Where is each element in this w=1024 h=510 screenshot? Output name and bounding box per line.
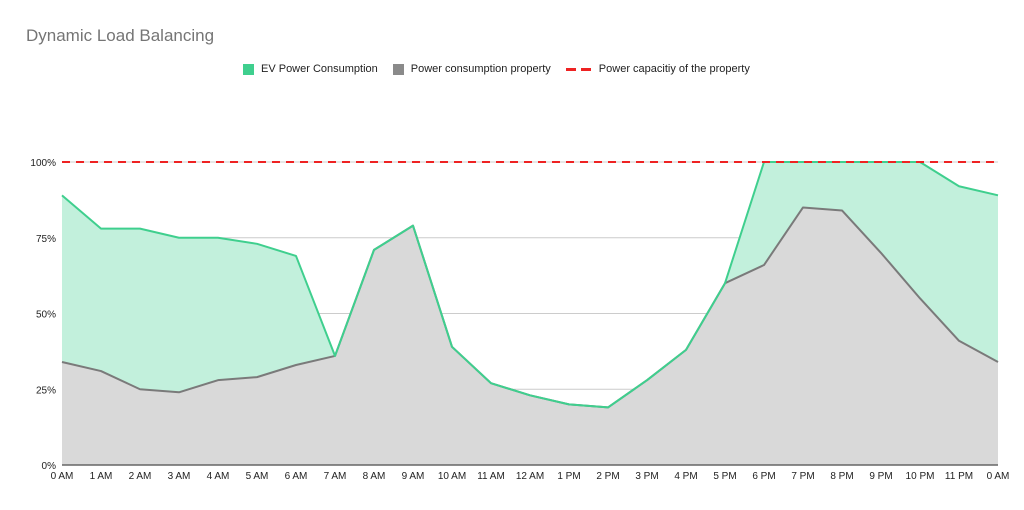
x-axis-ticks: 0 AM 1 AM 2 AM 3 AM 4 AM 5 AM 6 AM 7 AM 8 AM 9 AM… — [51, 471, 1010, 482]
x-tick-label: 3 AM — [168, 471, 191, 482]
x-tick-label: 9 PM — [869, 471, 892, 482]
x-tick-label: 1 PM — [557, 471, 580, 482]
y-tick-label: 75% — [36, 234, 56, 245]
x-tick-label: 12 AM — [516, 471, 544, 482]
chart-canvas: 0%25%50%75%100% 0 AM 1 AM 2 AM 3 AM 4 AM 5 AM… — [30, 158, 1010, 482]
y-tick-label: 50% — [36, 310, 56, 321]
x-tick-label: 3 PM — [635, 471, 658, 482]
x-tick-label: 7 AM — [324, 471, 347, 482]
x-tick-label: 1 AM — [90, 471, 113, 482]
y-tick-label: 100% — [30, 158, 56, 169]
x-tick-label: 6 PM — [752, 471, 775, 482]
x-tick-label: 4 PM — [674, 471, 697, 482]
y-axis-ticks: 0%25%50%75%100% — [30, 158, 56, 472]
x-tick-label: 6 AM — [285, 471, 308, 482]
x-tick-label: 10 AM — [438, 471, 466, 482]
x-tick-label: 0 AM — [987, 471, 1010, 482]
x-tick-label: 0 AM — [51, 471, 74, 482]
x-tick-label: 7 PM — [791, 471, 814, 482]
x-tick-label: 2 AM — [129, 471, 152, 482]
x-tick-label: 5 PM — [713, 471, 736, 482]
y-tick-label: 25% — [36, 385, 56, 396]
x-tick-label: 9 AM — [402, 471, 425, 482]
x-tick-label: 11 PM — [945, 471, 973, 482]
x-tick-label: 8 AM — [363, 471, 386, 482]
x-tick-label: 5 AM — [246, 471, 269, 482]
x-tick-label: 11 AM — [477, 471, 505, 482]
x-tick-label: 2 PM — [596, 471, 619, 482]
x-tick-label: 4 AM — [207, 471, 230, 482]
x-tick-label: 8 PM — [830, 471, 853, 482]
x-tick-label: 10 PM — [906, 471, 935, 482]
